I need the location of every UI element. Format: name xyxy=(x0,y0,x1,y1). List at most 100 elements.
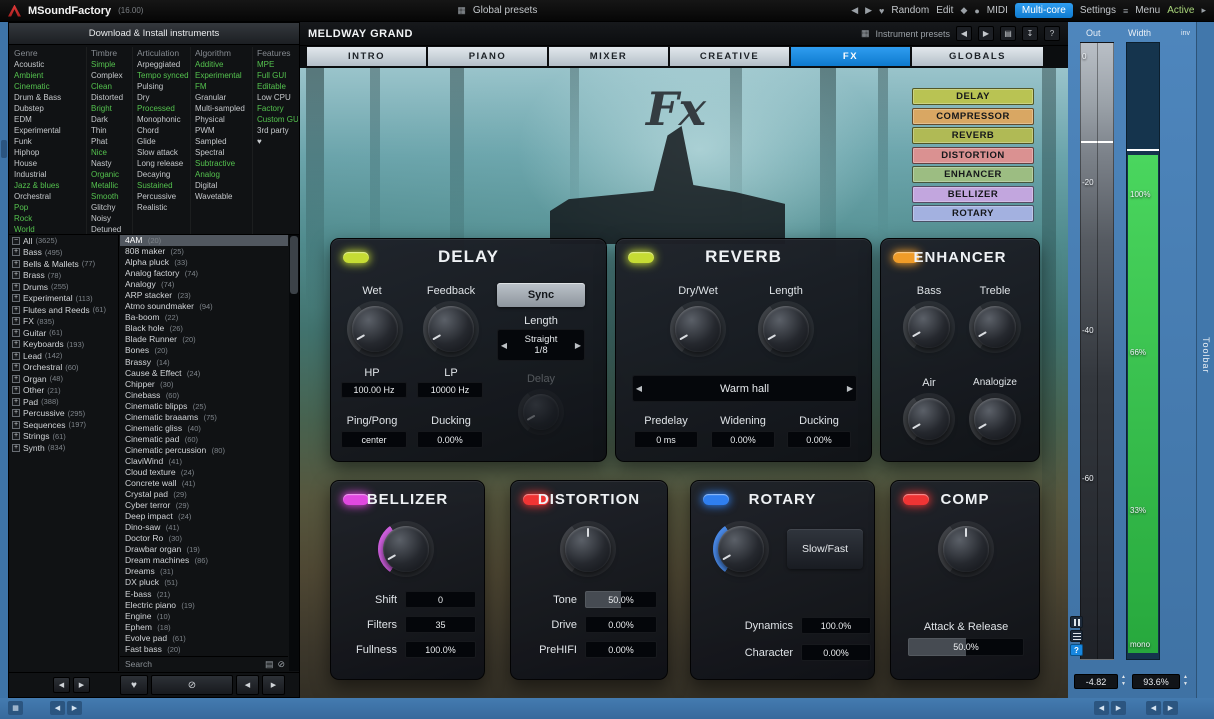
tag-phat[interactable]: Phat xyxy=(91,136,132,147)
prev-instrument-preset-button[interactable]: ◀ xyxy=(956,26,972,41)
expand-icon[interactable]: + xyxy=(12,271,20,279)
expand-icon[interactable]: + xyxy=(12,352,20,360)
tag-funk[interactable]: Funk xyxy=(14,136,86,147)
reverb-preset-selector[interactable]: ◀ Warm hall ▶ xyxy=(632,375,857,402)
tree-item-pad[interactable]: +Pad(388) xyxy=(9,396,118,408)
out-peak-readout[interactable]: -4.82 xyxy=(1074,674,1118,689)
tag-monophonic[interactable]: Monophonic xyxy=(137,114,190,125)
tag-experimental[interactable]: Experimental xyxy=(195,70,252,81)
tag-tempo-synced[interactable]: Tempo synced xyxy=(137,70,190,81)
panel-grip-handle[interactable] xyxy=(1,140,7,158)
tag-additive[interactable]: Additive xyxy=(195,59,252,70)
preset-dreams[interactable]: Dreams (31) xyxy=(120,566,288,577)
fx-chain-delay[interactable]: DELAY xyxy=(912,88,1034,105)
toolbar-strip[interactable]: Toolbar xyxy=(1196,22,1214,719)
tag-smooth[interactable]: Smooth xyxy=(91,191,132,202)
preset-alpha-pluck[interactable]: Alpha pluck (33) xyxy=(120,257,288,268)
tag-item[interactable]: ♥ xyxy=(257,136,298,147)
fx-chain-compressor[interactable]: COMPRESSOR xyxy=(912,108,1034,125)
preset-scrollbar[interactable] xyxy=(289,235,299,671)
delay-wet-knob[interactable] xyxy=(347,301,403,357)
tag-low-cpu[interactable]: Low CPU xyxy=(257,92,298,103)
meter-help-button[interactable]: ? xyxy=(1070,644,1083,656)
shift-value[interactable]: 0 xyxy=(405,591,476,608)
preset-arp-stacker[interactable]: ARP stacker (23) xyxy=(120,290,288,301)
predelay-value[interactable]: 0 ms xyxy=(634,431,698,448)
prev-reverb-preset-icon[interactable]: ◀ xyxy=(632,375,646,402)
tag-experimental[interactable]: Experimental xyxy=(14,125,86,136)
clear-filter-icon[interactable]: ⊘ xyxy=(277,659,285,670)
preset-evolve-pad[interactable]: Evolve pad (61) xyxy=(120,633,288,644)
save-preset-icon[interactable]: ↧ xyxy=(1022,26,1038,41)
tag-slow-attack[interactable]: Slow attack xyxy=(137,147,190,158)
tag-nice[interactable]: Nice xyxy=(91,147,132,158)
character-value[interactable]: 0.00% xyxy=(801,644,871,661)
preset-prev-button[interactable]: ◀ xyxy=(236,675,259,695)
midi-button[interactable]: MIDI xyxy=(987,5,1008,16)
filters-value[interactable]: 35 xyxy=(405,616,476,633)
expand-icon[interactable]: + xyxy=(12,409,20,417)
tag-digital[interactable]: Digital xyxy=(195,180,252,191)
tag-metallic[interactable]: Metallic xyxy=(91,180,132,191)
tree-item-strings[interactable]: +Strings(61) xyxy=(9,431,118,443)
tag-editable[interactable]: Editable xyxy=(257,81,298,92)
prev-preset-icon[interactable]: ◀ xyxy=(851,5,858,16)
preset-next-button[interactable]: ▶ xyxy=(262,675,285,695)
delay-lp-value[interactable]: 10000 Hz xyxy=(417,382,483,398)
preset-deep-impact[interactable]: Deep impact (24) xyxy=(120,511,288,522)
tree-item-brass[interactable]: +Brass(78) xyxy=(9,270,118,282)
diamond-icon[interactable]: ◆ xyxy=(960,5,967,16)
tag-processed[interactable]: Processed xyxy=(137,103,190,114)
enhancer-air-knob[interactable] xyxy=(903,393,955,445)
search-row[interactable]: Search ▤ ⊘ xyxy=(120,656,288,671)
tree-item-fx[interactable]: +FX(835) xyxy=(9,316,118,328)
reverb-drywet-knob[interactable] xyxy=(670,301,726,357)
tab-piano[interactable]: PIANO xyxy=(428,47,547,66)
active-toggle[interactable]: Active xyxy=(1167,5,1194,16)
tree-item-sequences[interactable]: +Sequences(197) xyxy=(9,419,118,431)
delay-feedback-knob[interactable] xyxy=(423,301,479,357)
bottom-panel-icon[interactable]: ▦ xyxy=(8,701,23,715)
expand-icon[interactable]: + xyxy=(12,340,20,348)
tag-granular[interactable]: Granular xyxy=(195,92,252,103)
tree-item-guitar[interactable]: +Guitar(61) xyxy=(9,327,118,339)
out-readout-spinner[interactable]: ▲▼ xyxy=(1119,674,1128,688)
tag-acoustic[interactable]: Acoustic xyxy=(14,59,86,70)
preset-cinematic-gliss[interactable]: Cinematic gliss (40) xyxy=(120,423,288,434)
fx-chain-enhancer[interactable]: ENHANCER xyxy=(912,166,1034,183)
delay-time-knob[interactable] xyxy=(518,389,564,435)
reverb-ducking-value[interactable]: 0.00% xyxy=(787,431,851,448)
delay-ducking-value[interactable]: 0.00% xyxy=(417,431,483,448)
help-icon[interactable]: ? xyxy=(1044,26,1060,41)
tree-item-experimental[interactable]: +Experimental(113) xyxy=(9,293,118,305)
tree-item-other[interactable]: +Other(21) xyxy=(9,385,118,397)
settings-button[interactable]: Settings xyxy=(1080,5,1116,16)
preset-concrete-wall[interactable]: Concrete wall (41) xyxy=(120,478,288,489)
expand-icon[interactable]: + xyxy=(12,329,20,337)
tag-distorted[interactable]: Distorted xyxy=(91,92,132,103)
tree-item-bass[interactable]: +Bass(495) xyxy=(9,247,118,259)
edit-button[interactable]: Edit xyxy=(936,5,953,16)
bellizer-main-knob[interactable] xyxy=(378,521,434,577)
tab-globals[interactable]: GLOBALS xyxy=(912,47,1043,66)
multicore-toggle[interactable]: Multi-core xyxy=(1015,3,1073,18)
tree-item-drums[interactable]: +Drums(255) xyxy=(9,281,118,293)
scrollbar-thumb[interactable] xyxy=(290,236,298,294)
tag-fm[interactable]: FM xyxy=(195,81,252,92)
tree-item-keyboards[interactable]: +Keyboards(193) xyxy=(9,339,118,351)
expand-icon[interactable]: + xyxy=(12,248,20,256)
preset-claviwind[interactable]: ClaviWind (41) xyxy=(120,456,288,467)
global-presets-button[interactable]: Global presets xyxy=(473,5,537,16)
tag-pwm[interactable]: PWM xyxy=(195,125,252,136)
attack-release-value[interactable]: 50.0% xyxy=(908,638,1024,656)
tag-multi-sampled[interactable]: Multi-sampled xyxy=(195,103,252,114)
expand-icon[interactable]: + xyxy=(12,432,20,440)
preset-atmo-soundmaker[interactable]: Atmo soundmaker (94) xyxy=(120,301,288,312)
tree-item-organ[interactable]: +Organ(48) xyxy=(9,373,118,385)
reverb-length-knob[interactable] xyxy=(758,301,814,357)
width-readout-spinner[interactable]: ▲▼ xyxy=(1181,674,1190,688)
tree-item-synth[interactable]: +Synth(834) xyxy=(9,442,118,454)
expand-icon[interactable]: + xyxy=(12,260,20,268)
expand-icon[interactable]: + xyxy=(12,306,20,314)
preset-ephem[interactable]: Ephem (18) xyxy=(120,622,288,633)
